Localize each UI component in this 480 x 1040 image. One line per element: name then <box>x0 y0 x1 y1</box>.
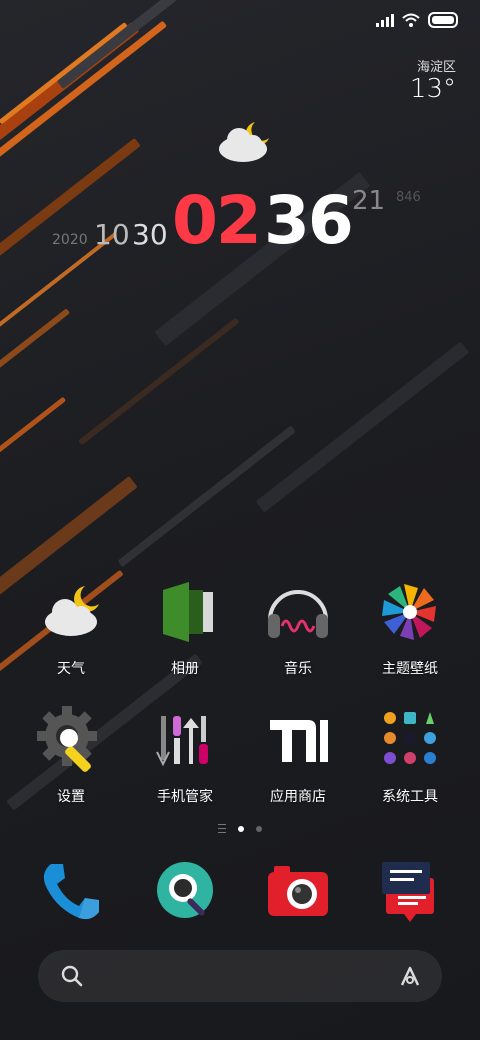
messages-icon <box>382 862 434 922</box>
app-label: 天气 <box>57 661 85 677</box>
search-bar[interactable] <box>38 950 442 1002</box>
app-gallery[interactable]: 相册 <box>130 576 240 678</box>
app-label: 系统工具 <box>382 789 438 805</box>
page-menu-icon <box>218 824 226 833</box>
themes-icon <box>382 584 436 640</box>
gallery-icon <box>163 582 213 642</box>
assistant-icon[interactable] <box>398 964 422 988</box>
partly-cloudy-night-icon <box>219 122 269 162</box>
signal-icon <box>376 13 394 27</box>
tools-folder-icon <box>384 712 436 764</box>
security-icon <box>156 716 208 767</box>
dock <box>0 856 480 926</box>
settings-icon <box>37 706 97 772</box>
app-music[interactable]: 音乐 <box>243 576 353 678</box>
clock-second: 21 <box>352 186 386 216</box>
page-dot <box>256 825 262 832</box>
weather-temperature: 13° <box>409 74 456 104</box>
app-weather[interactable]: 天气 <box>16 576 126 678</box>
phone-icon <box>43 864 99 920</box>
weather-city: 海淀区 <box>416 60 456 75</box>
app-label: 应用商店 <box>270 789 326 805</box>
battery-icon <box>428 12 458 28</box>
search-icon[interactable] <box>60 964 84 988</box>
status-bar <box>0 0 480 40</box>
clock-month: 10 <box>94 218 130 251</box>
dock-phone[interactable] <box>16 856 126 932</box>
app-label: 音乐 <box>284 661 312 677</box>
dock-browser[interactable] <box>130 856 240 932</box>
app-themes[interactable]: 主题壁纸 <box>355 576 465 678</box>
dock-camera[interactable] <box>243 856 353 932</box>
weather-icon <box>45 586 99 636</box>
page-indicator[interactable] <box>0 824 480 833</box>
wifi-icon <box>402 13 420 27</box>
camera-icon <box>268 866 328 916</box>
app-label: 手机管家 <box>157 789 213 805</box>
music-icon <box>268 590 328 638</box>
app-store[interactable]: 应用商店 <box>243 704 353 806</box>
dock-messages[interactable] <box>355 856 465 932</box>
app-label: 相册 <box>171 661 199 677</box>
clock-widget[interactable]: 2020 10 30 02 36 21 846 <box>0 180 480 260</box>
clock-day: 30 <box>132 218 168 251</box>
app-label: 设置 <box>57 789 85 805</box>
clock-hour: 02 <box>172 182 262 259</box>
app-store-icon <box>270 720 328 762</box>
app-security[interactable]: 手机管家 <box>130 704 240 806</box>
browser-icon <box>157 862 213 918</box>
app-settings[interactable]: 设置 <box>16 704 126 806</box>
app-label: 主题壁纸 <box>382 661 438 677</box>
clock-year: 2020 <box>52 232 88 248</box>
weather-widget[interactable]: 海淀区 13° <box>410 56 456 104</box>
clock-minute: 36 <box>264 182 354 259</box>
page-dot-active <box>238 825 244 832</box>
clock-millis: 846 <box>396 190 421 205</box>
app-tools-folder[interactable]: 系统工具 <box>355 704 465 806</box>
